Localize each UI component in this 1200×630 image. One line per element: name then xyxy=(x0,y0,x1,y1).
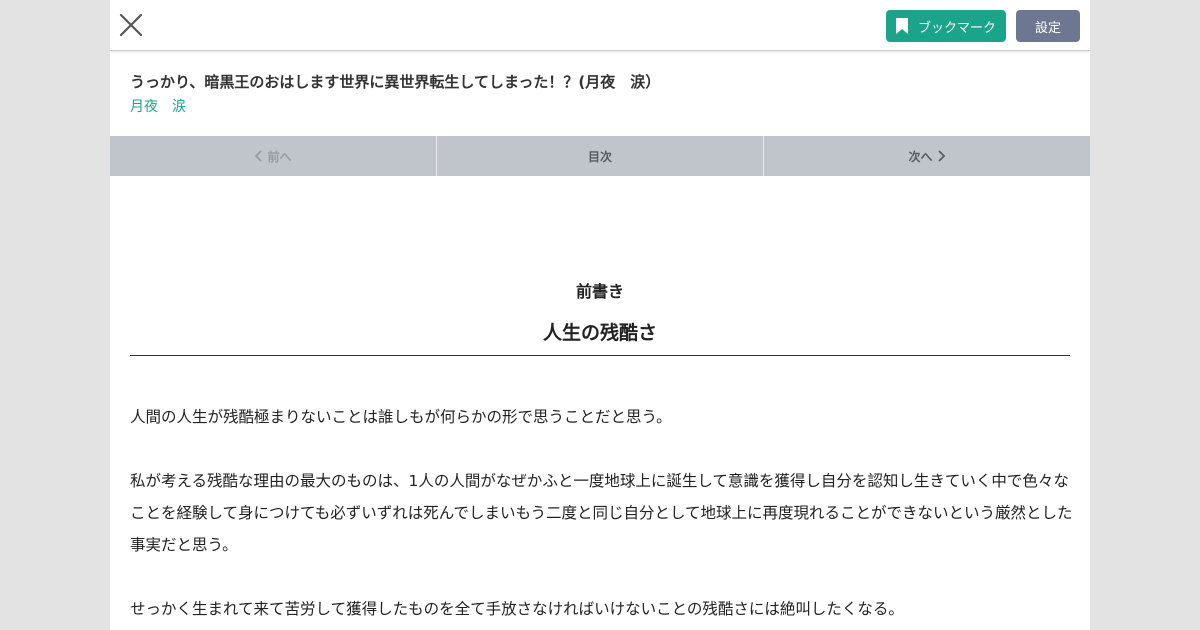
toc-label: 目次 xyxy=(587,149,612,164)
chapter-title: 人生の残酷さ xyxy=(130,318,1070,356)
top-bar: ブックマーク 設定 xyxy=(110,0,1090,51)
author-link[interactable]: 月夜 涙 xyxy=(130,96,186,116)
body-paragraph: 私が考える残酷な理由の最大のものは、1人の人間がなぜかふと一度地球上に誕生して意… xyxy=(130,472,1073,554)
close-x-icon xyxy=(119,13,143,37)
toc-button[interactable]: 目次 xyxy=(436,136,763,176)
next-chapter-button[interactable]: 次へ xyxy=(763,136,1090,176)
body-paragraph: 人間の人生が残酷極まりないことは誰しもが何らかの形で思うことだと思う。 xyxy=(130,408,672,426)
body-paragraph: せっかく生まれて来て苦労して獲得したものを全て手放さなければいけないことの残酷さ… xyxy=(130,600,904,618)
chevron-right-icon xyxy=(937,150,945,162)
novel-title[interactable]: うっかり、暗黒王のおはします世界に異世界転生してしまった！？(月夜 涙） xyxy=(130,71,660,92)
next-label: 次へ xyxy=(908,149,933,164)
bookmark-icon xyxy=(895,18,908,34)
settings-label: 設定 xyxy=(1034,20,1061,36)
bookmark-label: ブックマーク xyxy=(917,20,996,36)
chevron-left-icon xyxy=(255,150,263,162)
close-button[interactable] xyxy=(118,12,144,38)
chapter-nav: 前へ 目次 次へ xyxy=(110,136,1090,176)
chapter-body: 人間の人生が残酷極まりないことは誰しもが何らかの形で思うことだと思う。 私が考え… xyxy=(130,401,1074,630)
reader-page: ブックマーク 設定 うっかり、暗黒王のおはします世界に異世界転生してしまった！？… xyxy=(110,0,1090,630)
prev-chapter-button[interactable]: 前へ xyxy=(110,136,436,176)
preface-label: 前書き xyxy=(575,282,624,301)
prev-label: 前へ xyxy=(267,149,292,164)
settings-button[interactable]: 設定 xyxy=(1016,10,1080,42)
bookmark-button[interactable]: ブックマーク xyxy=(886,10,1006,42)
